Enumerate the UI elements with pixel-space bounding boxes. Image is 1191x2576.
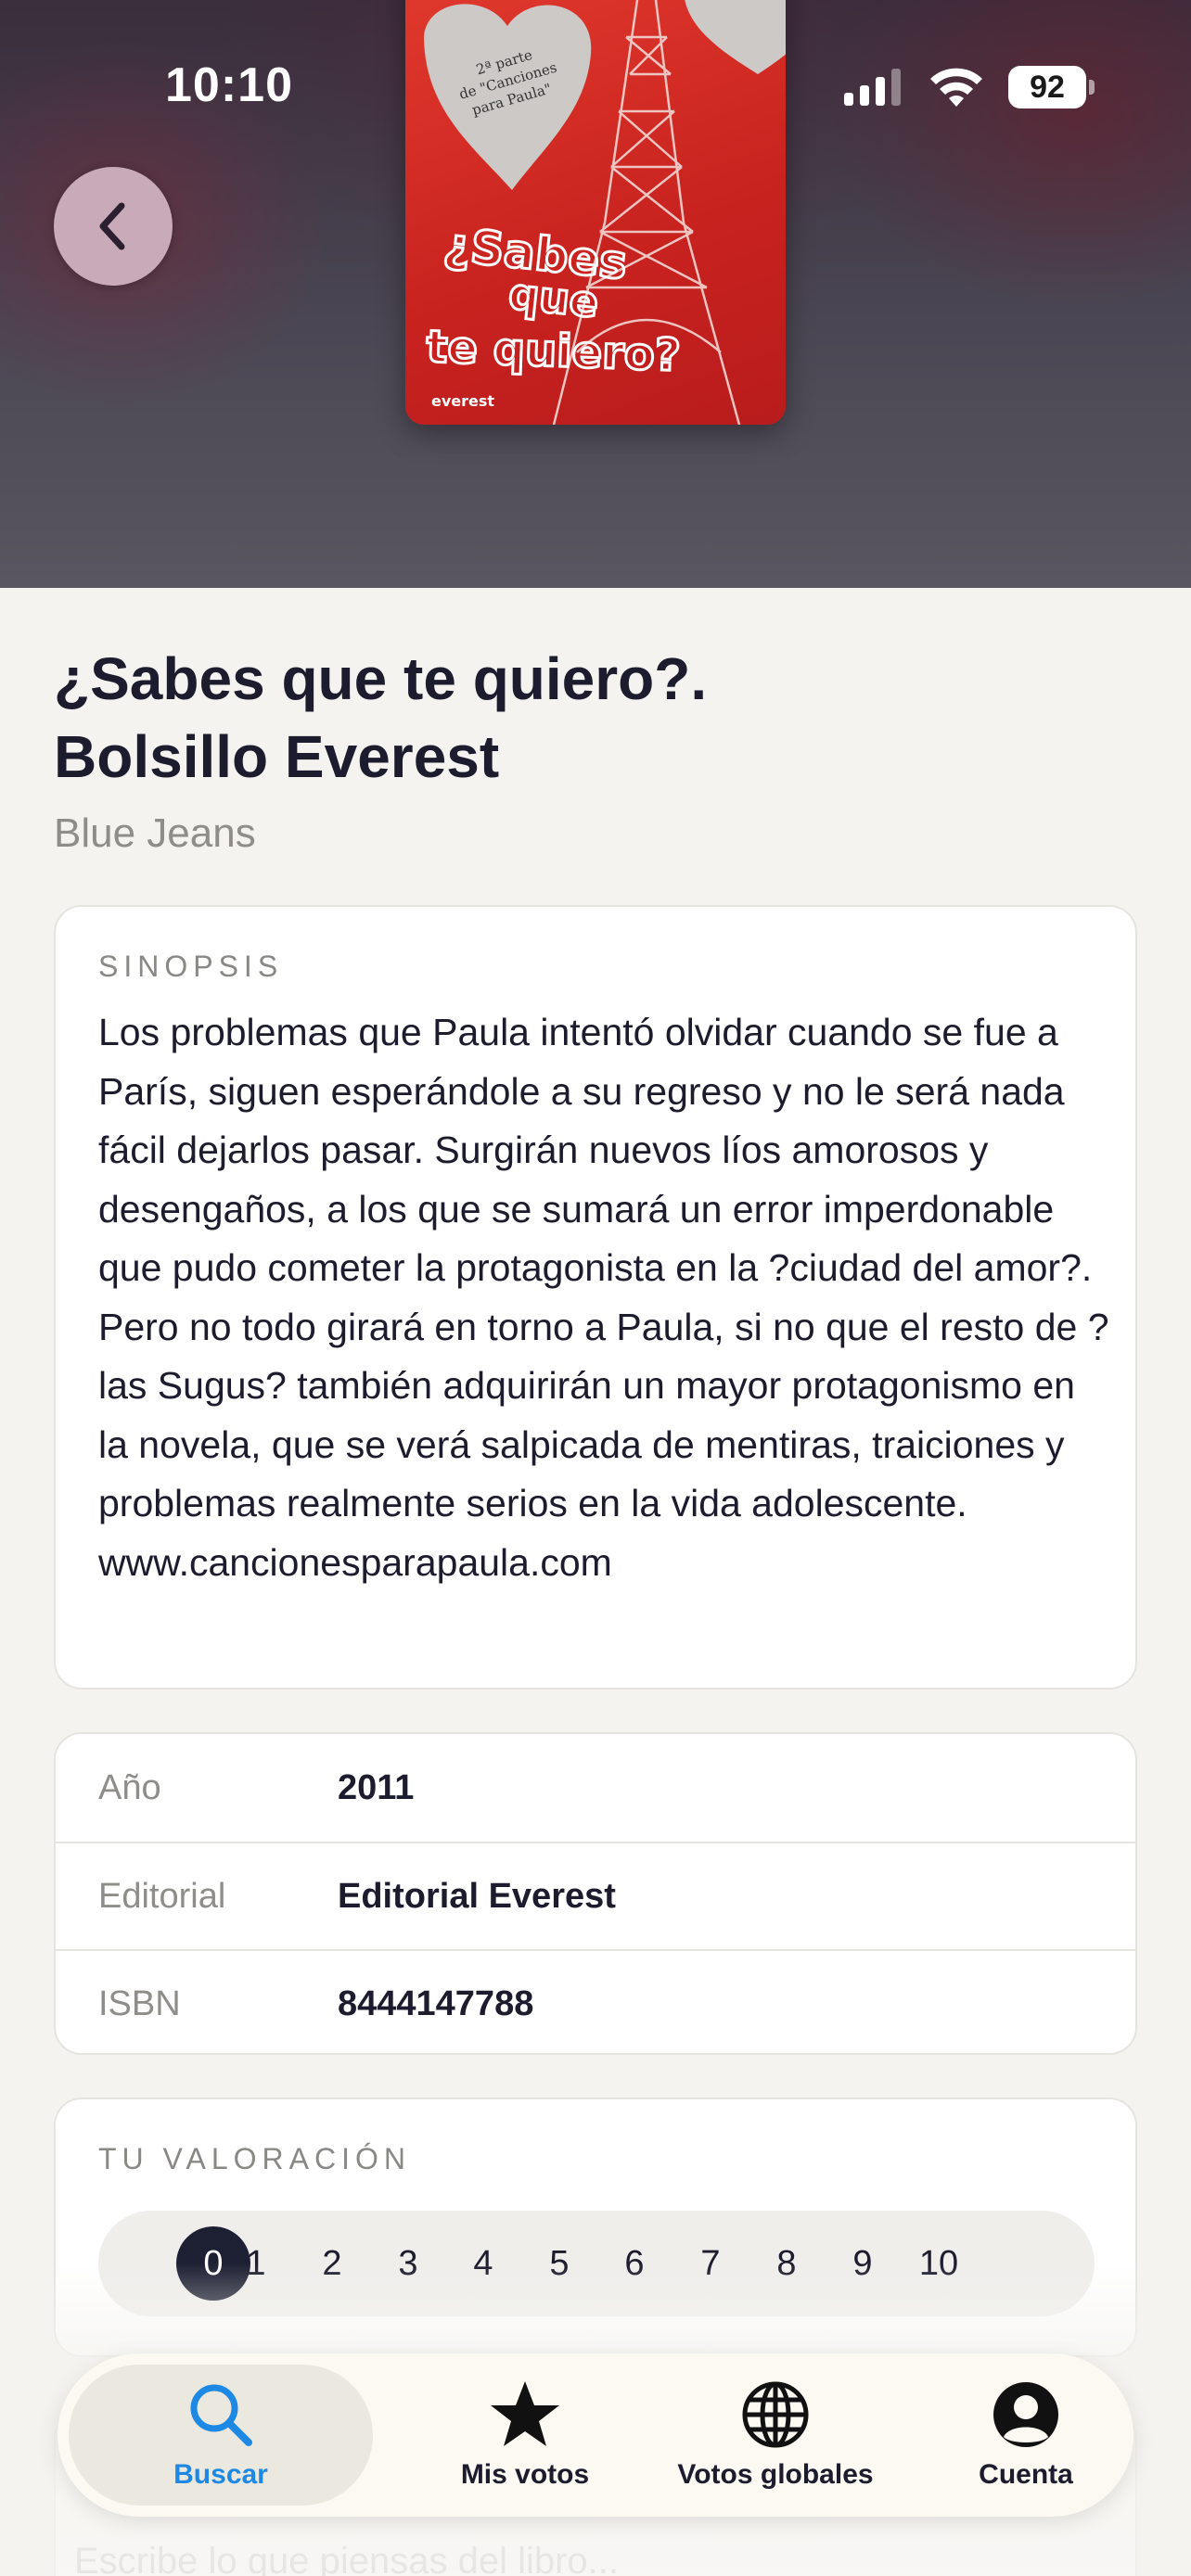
status-icons: 92 [844, 63, 1095, 111]
book-author[interactable]: Blue Jeans [54, 810, 256, 857]
tab-label: Cuenta [979, 2459, 1073, 2490]
synopsis-card: SINOPSIS Los problemas que Paula intentó… [54, 905, 1137, 1690]
synopsis-text: Los problemas que Paula intentó olvidar … [98, 1011, 1109, 1584]
rating-option-1[interactable]: 1 [219, 2226, 293, 2301]
tab-votos-globales[interactable]: Votos globales [649, 2365, 902, 2506]
detail-key: Año [98, 1767, 161, 1807]
rating-label: TU VALORACIÓN [98, 2142, 411, 2175]
book-title-line-2: Bolsillo Everest [54, 723, 500, 790]
cover-title-line-3: te quiero? [426, 321, 682, 382]
cover-title-line-2: que [506, 268, 601, 327]
book-cover-image: 2ª parte de "Canciones para Paula" ¿Sabe… [405, 0, 786, 425]
account-icon [993, 2382, 1058, 2447]
detail-value: 2011 [338, 1767, 415, 1807]
rating-option-5[interactable]: 5 [522, 2226, 596, 2301]
tab-label: Mis votos [460, 2459, 590, 2490]
cellular-signal-icon [844, 69, 901, 106]
rating-option-7[interactable]: 7 [673, 2226, 748, 2301]
rating-selector: 0 1 2 3 4 5 6 7 8 9 10 [98, 2211, 1095, 2316]
book-title: ¿Sabes que te quiero?. Bolsillo Everest [54, 640, 1111, 796]
tab-buscar[interactable]: Buscar [69, 2365, 373, 2506]
back-button[interactable] [54, 167, 173, 286]
detail-row-publisher: Editorial Editorial Everest [56, 1842, 1135, 1949]
rating-option-4[interactable]: 4 [446, 2226, 520, 2301]
wifi-icon [930, 68, 982, 107]
hero-header: 2ª parte de "Canciones para Paula" ¿Sabe… [0, 0, 1191, 588]
tab-label: Buscar [173, 2459, 268, 2490]
rating-card: TU VALORACIÓN 0 1 2 3 4 5 6 7 8 9 10 [54, 2098, 1137, 2357]
rating-option-9[interactable]: 9 [826, 2226, 900, 2301]
detail-key: ISBN [98, 1983, 181, 2023]
chevron-left-icon [99, 202, 125, 250]
detail-key: Editorial [98, 1876, 226, 1916]
synopsis-label: SINOPSIS [98, 950, 284, 983]
battery-icon: 92 [1008, 66, 1095, 108]
detail-row-year: Año 2011 [56, 1734, 1135, 1842]
tab-cuenta[interactable]: Cuenta [900, 2365, 1152, 2506]
battery-level: 92 [1030, 69, 1065, 105]
search-icon [190, 2384, 252, 2446]
star-icon [491, 2381, 559, 2446]
rating-option-2[interactable]: 2 [295, 2226, 369, 2301]
cover-publisher-mark: everest [431, 392, 494, 410]
detail-row-isbn: ISBN 8444147788 [56, 1949, 1135, 2053]
globe-icon [742, 2381, 809, 2448]
comment-input[interactable]: Escribe lo que piensas del libro... [74, 2541, 619, 2576]
rating-option-3[interactable]: 3 [371, 2226, 445, 2301]
book-title-line-1: ¿Sabes que te quiero?. [54, 645, 708, 712]
rating-option-8[interactable]: 8 [749, 2226, 824, 2301]
detail-value: 8444147788 [338, 1983, 534, 2023]
tab-bar: Buscar Mis votos Votos globales Cuenta [58, 2353, 1133, 2517]
rating-option-6[interactable]: 6 [597, 2226, 672, 2301]
details-card: Año 2011 Editorial Editorial Everest ISB… [54, 1732, 1137, 2055]
rating-option-10[interactable]: 10 [902, 2226, 976, 2301]
tab-label: Votos globales [677, 2459, 874, 2490]
status-time: 10:10 [165, 58, 293, 112]
detail-value: Editorial Everest [338, 1876, 616, 1916]
tab-mis-votos[interactable]: Mis votos [399, 2365, 651, 2506]
